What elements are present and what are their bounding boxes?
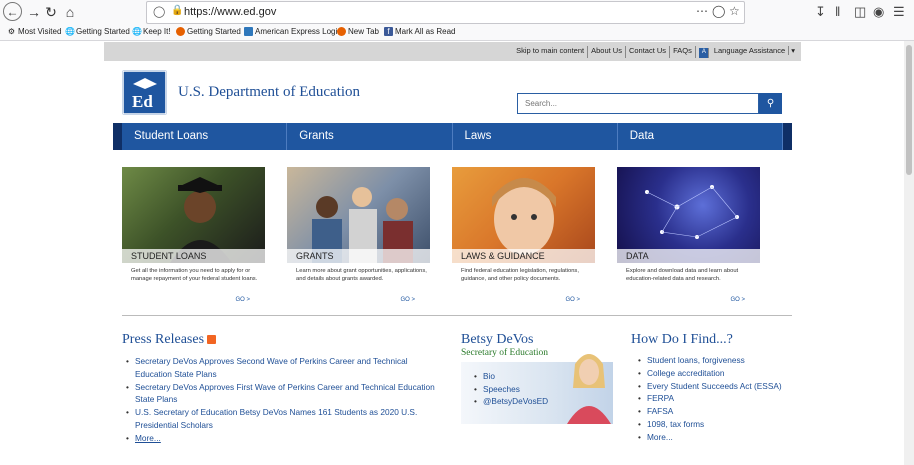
- library-icon[interactable]: ‖: [835, 4, 840, 19]
- back-arrow-icon[interactable]: ←: [3, 2, 22, 21]
- globe-icon: 🌐: [65, 27, 75, 36]
- find-link[interactable]: FERPA: [638, 392, 787, 405]
- bookmark-getting-started-firefox[interactable]: Getting Started: [176, 27, 241, 36]
- url-text[interactable]: https://www.ed.gov: [184, 6, 276, 18]
- bookmark-most-visited[interactable]: ⚙ Most Visited: [7, 27, 62, 36]
- secretary-panel: Betsy DeVos Secretary of Education Bio S…: [461, 332, 613, 424]
- main-nav: Student Loans Grants Laws Data: [113, 123, 792, 150]
- how-do-i-find-list: Student loans, forgiveness College accre…: [638, 354, 787, 444]
- card-description: Explore and download data and learn abou…: [626, 268, 739, 283]
- reload-icon[interactable]: ↻: [41, 2, 61, 22]
- how-do-i-find-heading: How Do I Find...?: [631, 332, 733, 347]
- card-title: LAWS & GUIDANCE: [452, 249, 595, 263]
- nav-left-edge: [113, 123, 122, 150]
- card-title: GRANTS: [287, 249, 430, 263]
- account-icon[interactable]: ◉: [873, 4, 884, 20]
- pocket-icon[interactable]: ◯: [712, 4, 725, 18]
- shield-icon[interactable]: ◯: [153, 5, 165, 18]
- firefox-icon: [337, 27, 346, 36]
- bookmark-getting-started[interactable]: 🌐 Getting Started: [65, 27, 130, 36]
- secretary-bio-link[interactable]: Bio: [474, 370, 548, 383]
- card-student-loans[interactable]: STUDENT LOANS Get all the information yo…: [122, 167, 265, 307]
- language-assistance-dropdown[interactable]: A Language Assistance ▾: [696, 46, 798, 58]
- card-laws-guidance[interactable]: LAWS & GUIDANCE Find federal education l…: [452, 167, 595, 307]
- gear-icon: ⚙: [7, 27, 16, 36]
- card-description: Get all the information you need to appl…: [131, 268, 258, 283]
- bookmark-mark-all-read[interactable]: f Mark All as Read: [384, 27, 455, 36]
- contact-us-link[interactable]: Contact Us: [626, 46, 671, 58]
- card-description: Learn more about grant opportunities, ap…: [296, 268, 427, 283]
- browser-chrome: ← → ↻ ⌂ ◯ 🔒 https://www.ed.gov ⋯ ◯ ☆ ↧ ‖…: [0, 0, 914, 41]
- card-go-link[interactable]: GO >: [565, 297, 580, 303]
- press-releases-list: Secretary DeVos Approves Second Wave of …: [126, 355, 445, 445]
- bookmark-amex-login[interactable]: American Express Login: [244, 27, 342, 36]
- bookmarks-bar: ⚙ Most Visited 🌐 Getting Started 🌐 Keep It!…: [0, 25, 914, 40]
- about-us-link[interactable]: About Us: [588, 46, 626, 58]
- scrollbar[interactable]: [904, 41, 914, 465]
- ed-logo-icon: Ed: [122, 70, 167, 115]
- nav-laws[interactable]: Laws: [453, 123, 618, 150]
- find-link[interactable]: 1098, tax forms: [638, 418, 787, 431]
- nav-student-loans[interactable]: Student Loans: [122, 123, 288, 150]
- nav-data[interactable]: Data: [618, 123, 783, 150]
- card-description: Find federal education legislation, regu…: [461, 268, 579, 283]
- find-link[interactable]: Student loans, forgiveness: [638, 354, 787, 367]
- lock-icon[interactable]: 🔒: [171, 5, 183, 16]
- card-title: DATA: [617, 249, 760, 263]
- card-title: STUDENT LOANS: [122, 249, 265, 263]
- facebook-icon: f: [384, 27, 393, 36]
- section-divider: [122, 315, 792, 316]
- secretary-name[interactable]: Betsy DeVos: [461, 332, 533, 348]
- language-icon: A: [698, 48, 709, 58]
- secretary-twitter-link[interactable]: @BetsyDeVosED: [474, 395, 548, 408]
- faqs-link[interactable]: FAQs: [670, 46, 696, 58]
- card-data[interactable]: DATA Explore and download data and learn…: [617, 167, 760, 307]
- card-grants[interactable]: GRANTS Learn more about grant opportunit…: [287, 167, 430, 307]
- find-more-link[interactable]: More...: [638, 431, 787, 444]
- secretary-links: Bio Speeches @BetsyDeVosED: [474, 370, 548, 408]
- home-icon[interactable]: ⌂: [60, 2, 80, 22]
- press-release-item[interactable]: U.S. Secretary of Education Betsy DeVos …: [126, 406, 445, 431]
- press-releases-heading[interactable]: Press Releases: [122, 332, 217, 348]
- search-icon: ⚲: [766, 98, 775, 109]
- press-more-link[interactable]: More...: [126, 432, 445, 445]
- amex-icon: [244, 27, 253, 36]
- secretary-title: Secretary of Education: [461, 348, 549, 358]
- browser-toolbar: ← → ↻ ⌂ ◯ 🔒 https://www.ed.gov ⋯ ◯ ☆ ↧ ‖…: [0, 0, 914, 24]
- search-form: ⚲: [517, 93, 782, 114]
- download-icon[interactable]: ↧: [815, 4, 826, 20]
- skip-to-main-link[interactable]: Skip to main content: [513, 46, 589, 58]
- ed-logo[interactable]: Ed: [122, 70, 167, 115]
- utility-bar: Skip to main content About Us Contact Us…: [104, 42, 801, 61]
- site-title[interactable]: U.S. Department of Education: [178, 84, 360, 101]
- card-go-link[interactable]: GO >: [730, 297, 745, 303]
- bookmark-keep-it[interactable]: 🌐 Keep It!: [132, 27, 171, 36]
- sidebar-icon[interactable]: ◫: [854, 4, 866, 20]
- secretary-photo: [567, 354, 611, 424]
- card-go-link[interactable]: GO >: [235, 297, 250, 303]
- scrollbar-thumb[interactable]: [906, 45, 912, 175]
- url-bar[interactable]: ◯ 🔒 https://www.ed.gov ⋯ ◯ ☆: [146, 1, 745, 24]
- utility-links: Skip to main content About Us Contact Us…: [513, 46, 798, 58]
- rss-icon[interactable]: [207, 335, 217, 345]
- search-button[interactable]: ⚲: [759, 93, 782, 114]
- svg-text:Ed: Ed: [132, 92, 153, 111]
- nav-right-edge: [783, 123, 792, 150]
- find-link[interactable]: College accreditation: [638, 367, 787, 380]
- find-link[interactable]: FAFSA: [638, 405, 787, 418]
- press-release-item[interactable]: Secretary DeVos Approves Second Wave of …: [126, 355, 445, 380]
- card-go-link[interactable]: GO >: [400, 297, 415, 303]
- menu-icon[interactable]: ☰: [893, 4, 905, 20]
- firefox-icon: [176, 27, 185, 36]
- globe-icon: 🌐: [132, 27, 142, 36]
- page-actions-icon[interactable]: ⋯: [696, 4, 708, 18]
- bookmark-star-icon[interactable]: ☆: [729, 4, 740, 18]
- search-input[interactable]: [517, 93, 759, 114]
- find-link[interactable]: Every Student Succeeds Act (ESSA): [638, 380, 787, 393]
- nav-grants[interactable]: Grants: [287, 123, 453, 150]
- secretary-speeches-link[interactable]: Speeches: [474, 383, 548, 396]
- bookmark-new-tab[interactable]: New Tab: [337, 27, 379, 36]
- press-release-item[interactable]: Secretary DeVos Approves First Wave of P…: [126, 381, 445, 406]
